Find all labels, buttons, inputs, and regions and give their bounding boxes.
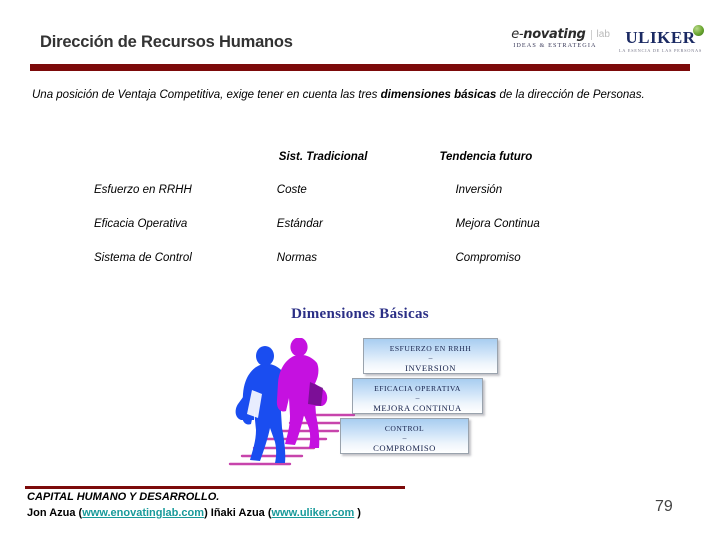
dimension-box-control: CONTROL – COMPROMISO bbox=[340, 418, 469, 454]
header-divider-rule bbox=[30, 64, 690, 71]
dimension-box-dash: – bbox=[402, 433, 407, 442]
table-body: Esfuerzo en RRHH Coste Inversión Eficaci… bbox=[80, 173, 640, 275]
table-row: Sistema de Control Normas Compromiso bbox=[80, 241, 640, 275]
comparison-table: Sist. Tradicional Tendencia futuro Esfue… bbox=[80, 140, 640, 275]
intro-emphasis: dimensiones básicas bbox=[380, 89, 497, 101]
uliker-tagline: LA ESENCIA DE LAS PERSONAS bbox=[618, 48, 702, 53]
column-header-traditional: Sist. Tradicional bbox=[278, 150, 368, 163]
uliker-name: ULIKER bbox=[625, 28, 696, 47]
dimension-box-dash: – bbox=[428, 353, 433, 362]
enovating-lab-suffix: lab bbox=[590, 29, 610, 40]
dimensions-diagram: Dimensiones Básicas ESFUERZO EN RRHH – I… bbox=[0, 298, 720, 483]
table-row: Eficacia Operativa Estándar Mejora Conti… bbox=[80, 207, 640, 241]
row-traditional-value: Estándar bbox=[276, 218, 323, 230]
enovating-lab-logo: e-novating lab IDEAS & ESTRATEGIA bbox=[511, 28, 610, 49]
uliker-logo: ULIKER LA ESENCIA DE LAS PERSONAS bbox=[618, 25, 705, 53]
enovatinglab-link[interactable]: www.enovatinglab.com bbox=[82, 507, 204, 519]
footer-line-1: CAPITAL HUMANO Y DESARROLLO. bbox=[27, 491, 220, 503]
footer-divider-rule bbox=[25, 486, 405, 489]
globe-icon bbox=[693, 25, 705, 36]
dimension-box-line2: COMPROMISO bbox=[373, 443, 436, 453]
row-label: Eficacia Operativa bbox=[94, 218, 188, 230]
page-number: 79 bbox=[655, 498, 673, 515]
slide-footer: CAPITAL HUMANO Y DESARROLLO. Jon Azua (w… bbox=[0, 483, 720, 540]
footer-end: ) bbox=[354, 507, 361, 519]
dimension-box-line2: INVERSION bbox=[405, 363, 456, 373]
column-header-future: Tendencia futuro bbox=[439, 150, 533, 163]
climbing-people-illustration bbox=[228, 338, 356, 466]
comparison-table-element: Sist. Tradicional Tendencia futuro Esfue… bbox=[80, 140, 640, 275]
uliker-wordmark: ULIKER bbox=[625, 25, 705, 47]
dimension-box-eficacia: EFICACIA OPERATIVA – MEJORA CONTINUA bbox=[352, 378, 483, 414]
logo-group: e-novating lab IDEAS & ESTRATEGIA ULIKER… bbox=[511, 25, 705, 53]
row-label: Sistema de Control bbox=[94, 252, 192, 264]
uliker-link[interactable]: www.uliker.com bbox=[272, 507, 355, 519]
intro-part-2: de la dirección de Personas. bbox=[496, 89, 645, 101]
enovating-tagline: IDEAS & ESTRATEGIA bbox=[513, 42, 597, 49]
dimension-box-esfuerzo: ESFUERZO EN RRHH – INVERSION bbox=[363, 338, 498, 374]
dimension-box-line2: MEJORA CONTINUA bbox=[373, 403, 462, 413]
row-future-value: Mejora Continua bbox=[455, 218, 540, 230]
enovating-wordmark: e-novating bbox=[511, 27, 586, 42]
intro-part-1: Una posición de Ventaja Competitiva, exi… bbox=[32, 89, 381, 101]
footer-line-2: Jon Azua (www.enovatinglab.com) Iñaki Az… bbox=[27, 507, 361, 519]
enovating-name: novating bbox=[523, 27, 586, 42]
table-header-row: Sist. Tradicional Tendencia futuro bbox=[80, 140, 640, 173]
table-header: Sist. Tradicional Tendencia futuro bbox=[80, 140, 640, 173]
table-row: Esfuerzo en RRHH Coste Inversión bbox=[80, 173, 640, 207]
row-traditional-value: Coste bbox=[276, 184, 307, 196]
intro-paragraph: Una posición de Ventaja Competitiva, exi… bbox=[32, 84, 684, 106]
diagram-title: Dimensiones Básicas bbox=[291, 306, 429, 322]
page-title: Dirección de Recursos Humanos bbox=[40, 33, 293, 51]
footer-author-1: Jon Azua ( bbox=[27, 507, 83, 519]
dimension-box-dash: – bbox=[415, 393, 420, 402]
row-future-value: Inversión bbox=[455, 184, 503, 196]
row-label: Esfuerzo en RRHH bbox=[94, 184, 192, 196]
slide-header: Dirección de Recursos Humanos e-novating… bbox=[0, 0, 720, 78]
enovating-prefix: e- bbox=[511, 27, 524, 42]
row-traditional-value: Normas bbox=[276, 252, 318, 264]
enovating-logo-row: e-novating lab bbox=[511, 28, 610, 41]
row-future-value: Compromiso bbox=[455, 252, 521, 264]
column-header-blank bbox=[80, 140, 277, 173]
footer-separator: ) Iñaki Azua ( bbox=[204, 507, 272, 519]
